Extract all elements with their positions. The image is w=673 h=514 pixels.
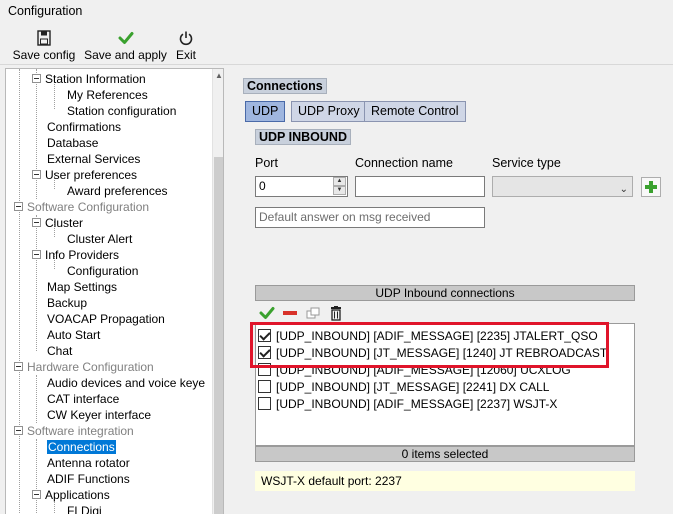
green-check-icon — [83, 30, 168, 46]
tree-item-map-settings[interactable]: Map Settings — [47, 279, 117, 295]
tree-item-cat-interface[interactable]: CAT interface — [47, 391, 119, 407]
port-stepper[interactable]: 0 ▲ ▼ — [255, 176, 348, 197]
exit-button[interactable]: Exit — [172, 30, 200, 64]
window-title: Configuration — [8, 4, 83, 18]
tree-item-station-configuration[interactable]: Station configuration — [67, 103, 176, 119]
collapse-icon[interactable] — [14, 202, 23, 212]
tree-item-info-providers[interactable]: Info Providers — [32, 247, 119, 263]
connection-name-label: Connection name — [355, 156, 453, 170]
service-type-label: Service type — [492, 156, 561, 170]
tree-group-hardware-configuration[interactable]: Hardware Configuration — [14, 359, 154, 375]
port-label: Port — [255, 156, 278, 170]
tree-item-user-preferences[interactable]: User preferences — [32, 167, 137, 183]
save-and-apply-label: Save and apply — [84, 48, 167, 62]
tree-item-external-services[interactable]: External Services — [47, 151, 140, 167]
chevron-up-icon[interactable]: ▲ — [213, 71, 223, 85]
collapse-icon[interactable] — [32, 250, 41, 260]
tree-item-antenna-rotator[interactable]: Antenna rotator — [47, 455, 130, 471]
tree-line — [36, 215, 37, 351]
green-plus-icon — [643, 181, 659, 198]
tree-item-info-configuration[interactable]: Configuration — [67, 263, 138, 279]
tree-item-audio-devices[interactable]: Audio devices and voice keye — [47, 375, 205, 391]
spin-down-icon[interactable]: ▼ — [333, 186, 346, 195]
tree-item-backup[interactable]: Backup — [47, 295, 87, 311]
red-minus-icon — [283, 311, 297, 315]
tree-item-award-preferences[interactable]: Award preferences — [67, 183, 168, 199]
toolbar-divider — [0, 64, 673, 65]
tree-item-my-references[interactable]: My References — [67, 87, 148, 103]
power-icon — [172, 30, 200, 46]
tree-item-cluster[interactable]: Cluster — [32, 215, 83, 231]
collapse-icon[interactable] — [32, 218, 41, 228]
save-config-button[interactable]: Save config — [10, 30, 78, 64]
exit-label: Exit — [175, 48, 196, 62]
udp-inbound-heading: UDP INBOUND — [255, 129, 351, 145]
check-all-button[interactable] — [259, 305, 275, 321]
tree-item-applications[interactable]: Applications — [32, 487, 110, 503]
spin-up-icon[interactable]: ▲ — [333, 177, 346, 186]
uncheck-button[interactable] — [282, 305, 298, 321]
trash-icon — [331, 306, 341, 321]
tab-remote-control[interactable]: Remote Control — [364, 101, 466, 122]
tree-item-fldigi[interactable]: FLDigi — [67, 503, 102, 514]
selection-status: 0 items selected — [255, 446, 635, 462]
collapse-icon[interactable] — [14, 426, 23, 436]
tree-item-cw-keyer-interface[interactable]: CW Keyer interface — [47, 407, 151, 423]
connection-checkbox[interactable] — [258, 397, 271, 411]
tree-group-software-integration[interactable]: Software integration — [14, 423, 134, 439]
tree-item-voacap-propagation[interactable]: VOACAP Propagation — [47, 311, 165, 327]
tree-item-auto-start[interactable]: Auto Start — [47, 327, 100, 343]
tree-item-adif-functions[interactable]: ADIF Functions — [47, 471, 130, 487]
save-and-apply-button[interactable]: Save and apply — [83, 30, 168, 64]
tree-item-confirmations[interactable]: Confirmations — [47, 119, 121, 135]
tree-item-connections[interactable]: Connections — [47, 439, 116, 455]
green-check-icon — [259, 307, 275, 319]
chevron-down-icon: ⌄ — [619, 184, 628, 195]
copy-button[interactable] — [305, 305, 321, 321]
copy-icon — [306, 307, 320, 319]
collapse-icon[interactable] — [14, 362, 23, 372]
port-spinner[interactable]: ▲ ▼ — [333, 177, 346, 196]
save-config-label: Save config — [12, 48, 76, 62]
tab-udp[interactable]: UDP — [245, 101, 286, 122]
port-value: 0 — [259, 179, 266, 193]
tree-line — [36, 375, 37, 423]
delete-button[interactable] — [328, 305, 344, 321]
tree-scrollbar[interactable]: ▲ — [212, 69, 223, 514]
tree-item-chat[interactable]: Chat — [47, 343, 72, 359]
tab-udp-proxy[interactable]: UDP Proxy — [291, 101, 367, 122]
collapse-icon[interactable] — [32, 170, 41, 180]
service-type-select[interactable]: ⌄ — [492, 176, 633, 197]
connection-name-input[interactable] — [355, 176, 485, 197]
highlight-annotation — [250, 322, 609, 368]
tree-item-cluster-alert[interactable]: Cluster Alert — [67, 231, 132, 247]
default-port-note: WSJT-X default port: 2237 — [255, 471, 635, 491]
add-connection-button[interactable] — [641, 177, 661, 197]
tree-line — [19, 69, 20, 514]
section-heading: Connections — [243, 78, 327, 94]
tree-item-database[interactable]: Database — [47, 135, 98, 151]
collapse-icon[interactable] — [32, 490, 41, 500]
connection-checkbox[interactable] — [258, 380, 271, 394]
grid-header: UDP Inbound connections — [255, 285, 635, 301]
default-answer-input[interactable]: Default answer on msg received — [255, 207, 485, 228]
list-item[interactable]: [UDP_INBOUND] [JT_MESSAGE] [2241] DX CAL… — [258, 379, 549, 396]
scrollbar-thumb[interactable] — [214, 157, 223, 514]
collapse-icon[interactable] — [32, 74, 41, 84]
floppy-disk-icon — [10, 30, 78, 46]
list-item[interactable]: [UDP_INBOUND] [ADIF_MESSAGE] [2237] WSJT… — [258, 396, 557, 413]
tree-group-software-configuration[interactable]: Software Configuration — [14, 199, 149, 215]
tree-item-station-information[interactable]: Station Information — [32, 71, 146, 87]
settings-tree[interactable]: Station Information My References Statio… — [5, 68, 224, 514]
